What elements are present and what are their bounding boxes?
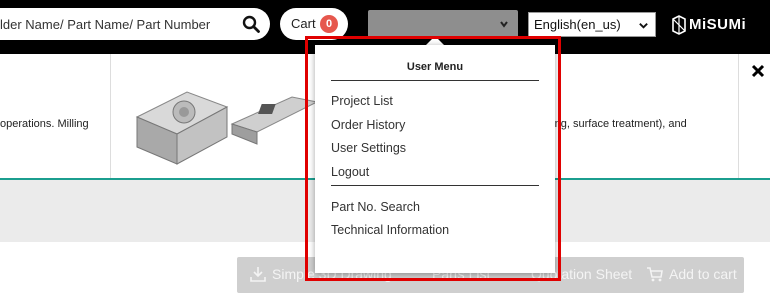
logo-mark-icon bbox=[672, 15, 686, 35]
language-selected-value: English(en_us) bbox=[534, 17, 621, 32]
user-menu-title: User Menu bbox=[406, 61, 464, 73]
cart-label: Cart bbox=[291, 16, 316, 31]
user-menu-caret bbox=[426, 36, 444, 45]
menu-item-project-list[interactable]: Project List bbox=[331, 94, 393, 108]
chevron-down-icon bbox=[500, 21, 508, 28]
language-select[interactable]: English(en_us) bbox=[528, 12, 656, 37]
search-input[interactable] bbox=[0, 15, 220, 33]
download-icon bbox=[250, 267, 266, 282]
cart-icon bbox=[647, 267, 663, 282]
menu-item-technical-information[interactable]: Technical Information bbox=[331, 223, 449, 237]
cart-button[interactable]: Cart 0 bbox=[280, 8, 348, 40]
menu-item-user-settings[interactable]: User Settings bbox=[331, 141, 406, 155]
banner-divider bbox=[738, 54, 739, 180]
user-menu: User Menu Project List Order History Use… bbox=[315, 45, 555, 273]
menu-divider bbox=[331, 80, 539, 81]
add-to-cart-button[interactable]: Add to cart bbox=[669, 266, 737, 282]
logo-text: MiSUMi bbox=[689, 16, 747, 33]
menu-item-part-no-search[interactable]: Part No. Search bbox=[331, 200, 420, 214]
menu-divider bbox=[331, 185, 539, 186]
user-account-dropdown[interactable] bbox=[368, 10, 518, 38]
banner-right-text: nding, surface treatment), and bbox=[540, 118, 687, 130]
banner-divider bbox=[110, 54, 111, 180]
search-icon[interactable] bbox=[242, 15, 260, 33]
menu-item-logout[interactable]: Logout bbox=[331, 165, 369, 179]
close-icon[interactable] bbox=[751, 64, 765, 78]
menu-item-order-history[interactable]: Order History bbox=[331, 118, 405, 132]
search-box bbox=[0, 8, 270, 40]
chevron-down-icon bbox=[639, 23, 648, 29]
sheet-metal-parts-image bbox=[135, 91, 319, 165]
cart-count-badge: 0 bbox=[320, 15, 338, 33]
banner-left-text: operations. Milling bbox=[0, 118, 89, 130]
